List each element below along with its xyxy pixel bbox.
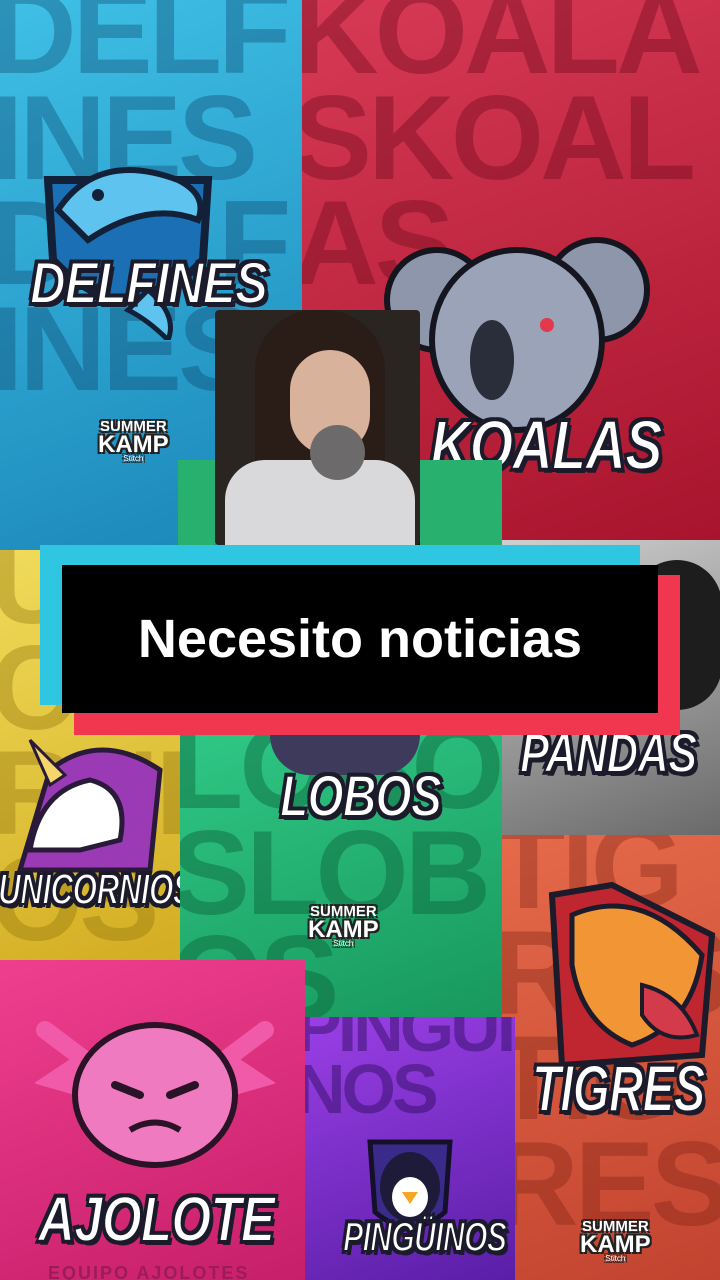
team-subtitle-ajolote: EQUIPO AJOLOTES [48, 1263, 250, 1280]
brand-logo: SUMMER KAMP Stitch [580, 1219, 651, 1262]
brand-line2: KAMP [308, 915, 379, 943]
brand-line2: KAMP [580, 1230, 651, 1258]
unicorn-logo-icon [10, 730, 175, 880]
team-name-ajolote: AJOLOTE [37, 1182, 276, 1256]
caption-banner: Necesito noticias [40, 545, 680, 735]
bg-word-pinguinos: PINGUINOS [305, 1017, 515, 1128]
brand-line2: KAMP [98, 430, 169, 458]
team-name-unicornios: UNICORNIOS [0, 864, 195, 915]
team-tile-ajolote: AJOLOTE EQUIPO AJOLOTES [0, 960, 305, 1280]
team-name-pinguinos: PINGÜINOS [342, 1212, 507, 1261]
lobos-strip-right [420, 460, 502, 550]
team-name-tigres: TIGRES [531, 1050, 706, 1126]
lobos-strip [178, 460, 215, 550]
brand-logo: SUMMER KAMP Stitch [308, 904, 379, 947]
microphone-icon [310, 425, 365, 480]
brand-logo: SUMMER KAMP Stitch [98, 419, 169, 462]
caption-text: Necesito noticias [137, 609, 583, 669]
presenter-video [215, 310, 420, 545]
tiger-logo-icon [522, 875, 720, 1075]
team-name-delfines: DELFINES [29, 250, 269, 317]
axolotl-logo-icon [33, 990, 277, 1170]
caption-box: Necesito noticias [62, 565, 658, 713]
team-tile-pinguinos: PINGUINOS PINGÜINOS [305, 1017, 515, 1280]
team-name-lobos: LOBOS [279, 763, 442, 830]
team-tile-tigres: TIGRESTIGRES TIGRES SUMMER KAMP Stitch [502, 835, 720, 1280]
